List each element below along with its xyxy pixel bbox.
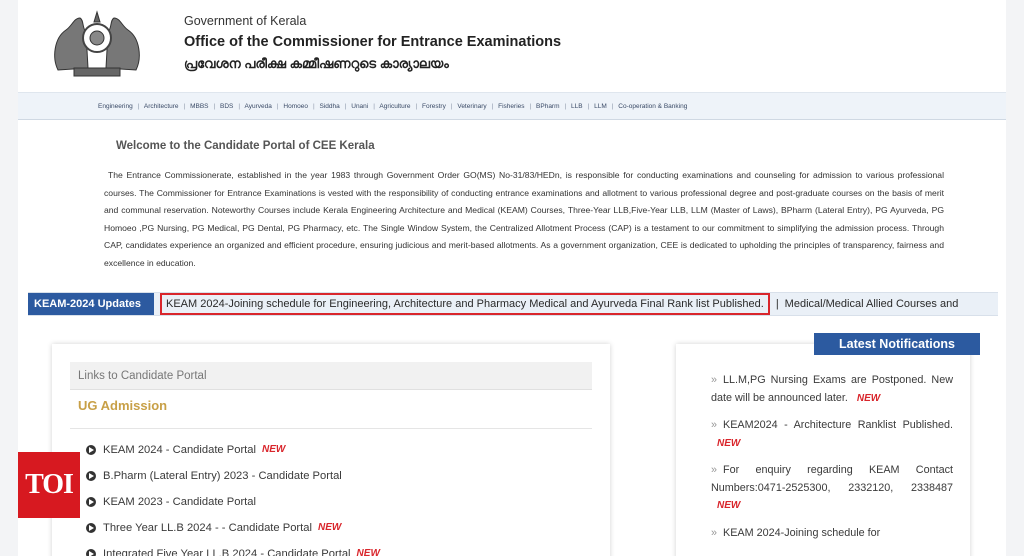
divider (70, 428, 592, 429)
course-nav: Engineering | Architecture | MBBS | BDS | Ay… (18, 92, 1006, 120)
government-label: Government of Kerala (184, 14, 307, 28)
nav-item-llb[interactable]: LLB (571, 103, 583, 110)
ticker-item-highlighted[interactable]: KEAM 2024-Joining schedule for Engineeri… (160, 293, 770, 315)
notification-text[interactable]: KEAM2024 - Architecture Ranklist Publish… (723, 419, 953, 431)
new-badge: NEW (356, 548, 380, 556)
candidate-portal-panel: Links to Candidate Portal UG Admission K… (52, 344, 610, 556)
new-badge: NEW (717, 437, 741, 449)
nav-item-siddha[interactable]: Siddha (319, 103, 339, 110)
toi-logo: TOI (18, 452, 80, 518)
notification-item[interactable]: » KEAM 2024-Joining schedule for (711, 525, 953, 543)
ticker-item-next[interactable]: Medical/Medical Allied Courses and (785, 298, 959, 310)
nav-item-architecture[interactable]: Architecture (144, 103, 179, 110)
nav-item-cooperation-banking[interactable]: Co-operation & Banking (618, 103, 687, 110)
updates-bar: KEAM-2024 Updates KEAM 2024-Joining sche… (28, 292, 998, 316)
portal-link[interactable]: Three Year LL.B 2024 - - Candidate Porta… (103, 518, 312, 538)
circle-arrow-icon (86, 471, 96, 481)
portal-link[interactable]: KEAM 2024 - Candidate Portal (103, 440, 256, 460)
list-item[interactable]: Three Year LL.B 2024 - - Candidate Porta… (86, 518, 380, 544)
portal-link[interactable]: KEAM 2023 - Candidate Portal (103, 492, 256, 512)
welcome-text: The Entrance Commissionerate, establishe… (104, 170, 944, 268)
new-badge: NEW (717, 500, 741, 511)
double-chevron-icon: » (711, 419, 718, 431)
circle-arrow-icon (86, 523, 96, 533)
new-badge: NEW (856, 392, 881, 404)
nav-item-bds[interactable]: BDS (220, 103, 233, 110)
list-item[interactable]: KEAM 2023 - Candidate Portal (86, 492, 380, 518)
nav-item-homoeo[interactable]: Homoeo (283, 103, 308, 110)
office-title: Office of the Commissioner for Entrance … (184, 34, 562, 50)
portal-link[interactable]: B.Pharm (Lateral Entry) 2023 - Candidate… (103, 466, 342, 486)
updates-label: KEAM-2024 Updates (28, 293, 154, 315)
circle-arrow-icon (86, 497, 96, 507)
portal-link-list: KEAM 2024 - Candidate Portal NEW B.Pharm… (86, 440, 380, 556)
ug-admission-title: UG Admission (78, 398, 168, 413)
nav-item-ayurveda[interactable]: Ayurveda (245, 103, 272, 110)
kerala-emblem-icon (54, 10, 140, 77)
notifications-panel: Latest Notifications » LL.M,PG Nursing Ex… (676, 333, 980, 556)
nav-item-engineering[interactable]: Engineering (98, 103, 133, 110)
notification-text[interactable]: KEAM 2024-Joining schedule for (723, 527, 880, 539)
notification-item[interactable]: » LL.M,PG Nursing Exams are Postponed. Ne… (711, 372, 953, 407)
nav-item-mbbs[interactable]: MBBS (190, 103, 208, 110)
page: Government of Kerala Office of the Commi… (18, 0, 1006, 556)
site-header: Government of Kerala Office of the Commi… (18, 0, 1006, 92)
double-chevron-icon: » (711, 374, 718, 386)
notification-text[interactable]: LL.M,PG Nursing Exams are Postponed. New… (711, 374, 953, 404)
notifications-list: » LL.M,PG Nursing Exams are Postponed. Ne… (711, 372, 953, 552)
notification-item[interactable]: » For enquiry regarding KEAM Contact Numb… (711, 462, 953, 515)
nav-item-forestry[interactable]: Forestry (422, 103, 446, 110)
double-chevron-icon: » (711, 464, 718, 476)
ticker-separator: | (775, 298, 779, 310)
new-badge: NEW (261, 444, 286, 455)
nav-item-veterinary[interactable]: Veterinary (457, 103, 486, 110)
office-title-malayalam: പ്രവേശന പരീക്ഷ കമ്മീഷണറുടെ കാര്യാലയം (184, 56, 449, 71)
links-header: Links to Candidate Portal (70, 362, 592, 390)
notification-item[interactable]: » KEAM2024 - Architecture Ranklist Publis… (711, 417, 953, 452)
double-chevron-icon: » (711, 526, 718, 539)
list-item[interactable]: Integrated Five Year LL.B 2024 - Candida… (86, 544, 380, 556)
nav-item-llm[interactable]: LLM (594, 103, 607, 110)
new-badge: NEW (317, 522, 342, 533)
nav-item-bpharm[interactable]: BPharm (536, 103, 559, 110)
nav-item-fisheries[interactable]: Fisheries (498, 103, 524, 110)
nav-item-agriculture[interactable]: Agriculture (379, 103, 410, 110)
welcome-title: Welcome to the Candidate Portal of CEE K… (116, 140, 375, 152)
notification-text[interactable]: For enquiry regarding KEAM Contact Numbe… (711, 464, 953, 494)
updates-ticker: KEAM 2024-Joining schedule for Engineeri… (160, 293, 958, 315)
nav-item-unani[interactable]: Unani (351, 103, 368, 110)
circle-arrow-icon (86, 549, 96, 556)
circle-arrow-icon (86, 445, 96, 455)
portal-link[interactable]: Integrated Five Year LL.B 2024 - Candida… (103, 544, 351, 556)
list-item[interactable]: B.Pharm (Lateral Entry) 2023 - Candidate… (86, 466, 380, 492)
list-item[interactable]: KEAM 2024 - Candidate Portal NEW (86, 440, 380, 466)
notifications-title: Latest Notifications (814, 333, 980, 355)
